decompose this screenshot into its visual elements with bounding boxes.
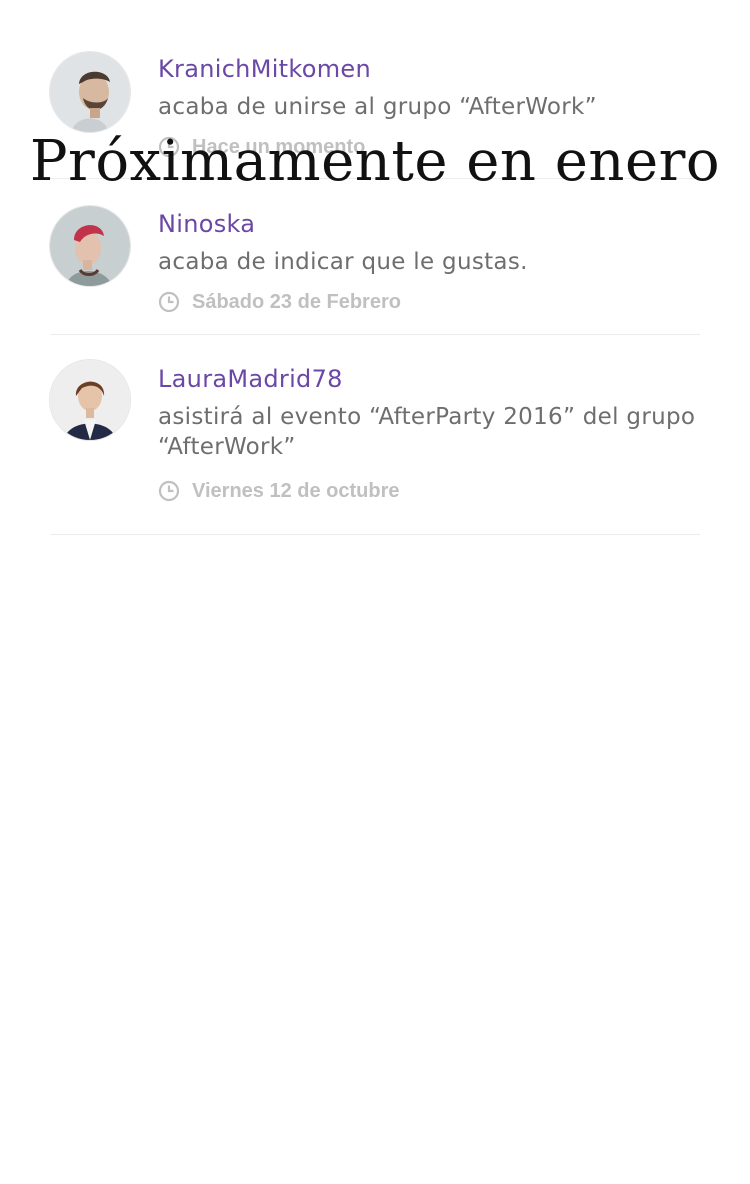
list-item[interactable]: Ninoska acaba de indicar que le gustas. … xyxy=(50,179,700,335)
list-item[interactable]: LauraMadrid78 asistirá al evento “AfterP… xyxy=(50,335,700,535)
activity-content: Ninoska acaba de indicar que le gustas. … xyxy=(158,207,698,315)
activity-text: asistirá al evento “AfterParty 2016” del… xyxy=(158,404,696,460)
timestamp-label: Viernes 12 de octubre xyxy=(192,480,400,502)
coming-soon-banner: Próximamente en enero xyxy=(29,129,721,194)
activity-content: LauraMadrid78 asistirá al evento “AfterP… xyxy=(158,362,698,504)
avatar[interactable] xyxy=(50,360,130,440)
clock-icon xyxy=(158,291,180,313)
timestamp-label: Sábado 23 de Febrero xyxy=(192,291,401,313)
avatar[interactable] xyxy=(50,52,130,132)
activity-text: acaba de indicar que le gustas. xyxy=(158,249,528,275)
username-link[interactable]: KranichMitkomen xyxy=(158,52,698,86)
timestamp: Sábado 23 de Febrero xyxy=(158,289,698,315)
username-link[interactable]: Ninoska xyxy=(158,207,698,241)
timestamp: Viernes 12 de octubre xyxy=(158,478,698,504)
username-link[interactable]: LauraMadrid78 xyxy=(158,362,698,396)
clock-icon xyxy=(158,480,180,502)
avatar[interactable] xyxy=(50,206,130,286)
activity-text: acaba de unirse al grupo “AfterWork” xyxy=(158,94,597,120)
